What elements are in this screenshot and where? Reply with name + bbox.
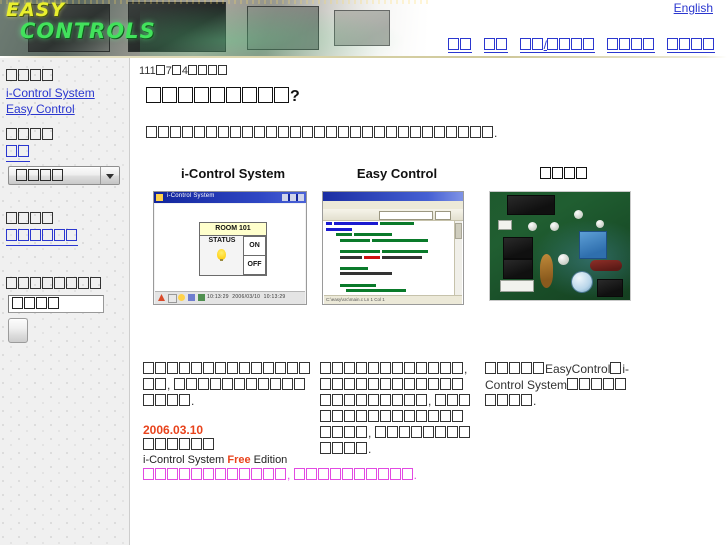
column-paragraph: , . [143,361,315,409]
pcb-pad [528,222,537,231]
vertical-scrollbar[interactable] [454,221,462,295]
column-hardware: PC8584-C 0204S [489,165,639,301]
window-statusbar: C:\easy\src\main.c Ln 1 Col 1 [324,295,462,304]
pcb-connector [498,220,512,230]
page-date: 111 7 4 [139,64,727,78]
sidebar-heading-downloads [6,211,123,227]
window-title: i-Control System [167,193,215,199]
sidebar-heading-support [6,127,123,143]
nav-item-5[interactable] [667,38,715,53]
top-navigation: / [0,38,727,58]
pcb-blue-component [580,232,606,258]
clock-icon [178,294,185,301]
on-button[interactable]: ON [243,236,266,256]
column-body-i-control-system: , . 2006.03.10 i-Control System Free Edi… [143,361,315,468]
pcb-pad [558,254,569,265]
easy-control-screenshot[interactable]: C:\easy\src\main.c Ln 1 Col 1 [322,191,472,305]
sidebar-item-easy-control[interactable]: Easy Control [6,101,75,117]
status-label: STATUS [208,237,236,244]
window-titlebar: i-Control System [154,192,306,203]
window-toolbar [323,209,463,221]
column-title [489,165,639,183]
news-product: i-Control System Free Edition [143,453,315,468]
product-columns: i-Control System i-Control System ROOM 1… [137,165,727,355]
column-title: i-Control System [180,166,285,181]
pcb-ic [506,196,556,214]
i-control-system-screenshot[interactable]: i-Control System ROOM 101 STATUS ON OFF [153,191,313,305]
statusbar-text: C:\easy\src\main.c Ln 1 Col 1 [326,297,385,302]
window-body: ROOM 101 STATUS ON OFF [155,204,305,291]
pcb-ic [502,238,534,258]
sidebar-item-support-link[interactable] [6,144,30,162]
news-product-free-badge: Free [227,454,251,466]
column-i-control-system: i-Control System i-Control System ROOM 1… [153,165,313,305]
pcb-pad [550,222,559,231]
search-label [6,276,123,292]
warning-icon [158,294,165,301]
statusbar-text: 10:13:29 2006/03/10 10:13:29 [207,294,286,300]
app-icon [156,194,163,201]
printer-icon [188,294,195,301]
light-bulb-icon [217,249,226,261]
doc-icon [168,294,177,303]
column-body-easy-control: , , , . [320,361,475,457]
scrollbar-thumb[interactable] [455,223,462,239]
off-button[interactable]: OFF [243,255,266,275]
nav-item-1[interactable] [447,38,472,53]
nav-item-2[interactable] [483,38,508,53]
column-easy-control: Easy Control C:\easy\src\main.c Ln 1 Col… [322,165,472,305]
column-title: Easy Control [356,166,438,181]
intro-paragraph: . [146,125,727,141]
pcb-connector [500,280,534,292]
window-statusbar: 10:13:29 2006/03/10 10:13:29 [155,291,305,304]
window-titlebar [323,192,463,201]
pcb-pad [596,220,604,228]
search-input[interactable] [8,295,104,313]
pcb-ic [502,260,534,278]
news-date: 2006.03.10 [143,423,204,437]
news-product-suffix: Edition [250,454,288,466]
column-body-hardware: EasyControl i-Control System. [485,362,630,408]
nav-item-4[interactable] [607,38,655,53]
sidebar-item-download-link[interactable] [6,228,78,246]
pcb-electrolytic-cap [572,272,592,292]
sidebar-heading-products [6,68,123,84]
sidebar-item-i-control-system[interactable]: i-Control System [6,85,95,101]
pcb-capacitor [540,254,553,288]
pcb-red-component [590,260,622,271]
pcb-photo[interactable]: PC8584-C 0204S [489,191,639,301]
chevron-down-icon[interactable] [100,167,119,184]
news-product-prefix: i-Control System [143,454,228,466]
nav-item-3[interactable]: / [519,38,595,53]
room-label: ROOM 101 [200,223,266,236]
english-language-link[interactable]: English [674,1,713,15]
main-content: 111 7 4 ? . i-Control System i-Control Sys… [131,58,727,545]
news-headline [143,438,315,453]
network-icon [198,294,205,301]
pcb-pad [574,210,583,219]
sidebar-select-value [16,169,64,183]
footnote-text: , . [143,467,417,483]
window-controls [282,194,304,201]
sidebar-select[interactable] [8,166,120,185]
pcb-ic [596,280,624,296]
search-submit-button[interactable] [8,318,28,343]
code-area [324,221,454,295]
room-control-panel: ROOM 101 STATUS ON OFF [199,222,267,276]
sidebar: i-Control System Easy Control [0,58,130,545]
page-title: ? [146,86,727,108]
